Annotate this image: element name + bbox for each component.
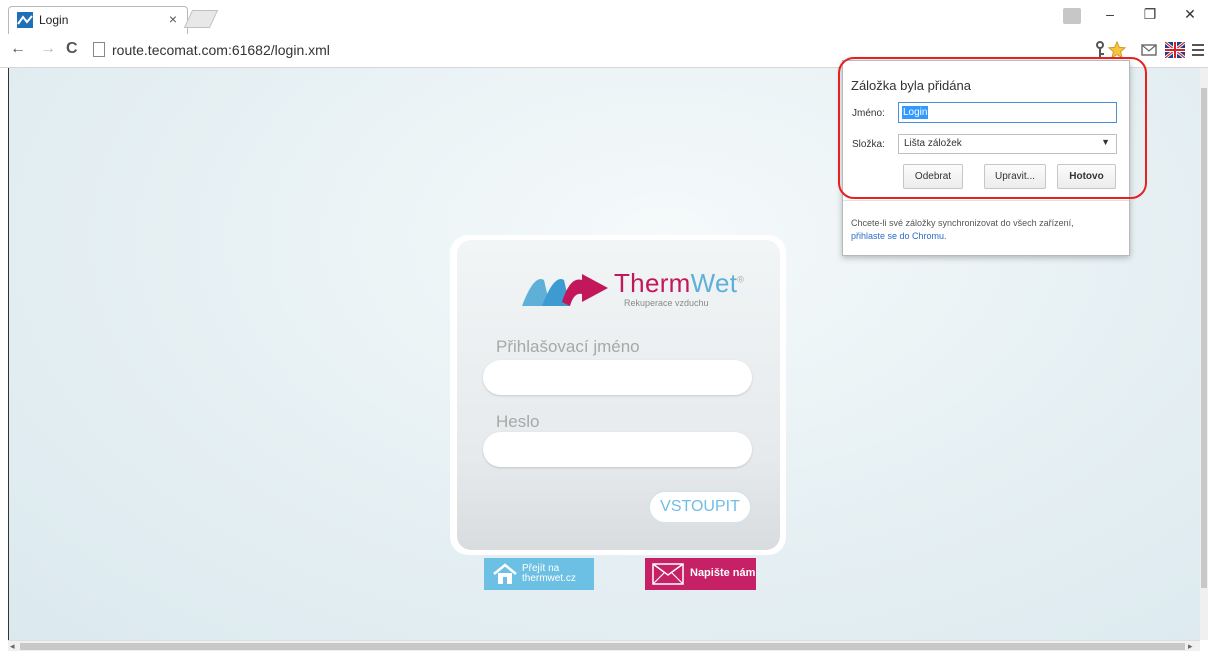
sync-message: Chcete-li své záložky synchronizovat do … — [851, 218, 1074, 241]
new-tab-button[interactable] — [183, 10, 219, 28]
close-window-button[interactable]: ✕ — [1175, 6, 1205, 23]
contact-us-label: Napište nám — [690, 567, 756, 579]
restore-button[interactable]: ❐ — [1135, 6, 1165, 23]
tab-login[interactable]: Login × — [8, 6, 188, 34]
menu-icon[interactable] — [1192, 43, 1204, 57]
password-label: Heslo — [496, 412, 540, 431]
thermwet-logo-icon — [522, 274, 608, 306]
envelope-icon — [652, 563, 684, 585]
visit-website-label: Přejít na thermwet.cz — [522, 563, 576, 584]
horizontal-scrollbar[interactable]: ◂ ▸ — [8, 640, 1200, 651]
tab-strip: Login × – ❐ ✕ — [0, 0, 1208, 34]
scroll-right-icon[interactable]: ▸ — [1188, 641, 1193, 652]
profile-icon[interactable] — [1063, 8, 1081, 24]
flag-icon[interactable] — [1165, 42, 1185, 58]
username-label: Přihlašovací jméno — [496, 337, 640, 356]
minimize-button[interactable]: – — [1095, 6, 1125, 22]
scroll-left-icon[interactable]: ◂ — [10, 641, 15, 652]
back-button[interactable]: ← — [10, 40, 26, 58]
thermwet-logo: ThermWet® Rekuperace vzduchu — [520, 268, 750, 318]
divider — [843, 200, 1129, 201]
sign-in-chrome-link[interactable]: přihlaste se do Chromu — [851, 231, 944, 241]
brand-subtitle: Rekuperace vzduchu — [624, 298, 709, 308]
tab-close-icon[interactable]: × — [169, 11, 177, 27]
red-annotation-outline — [838, 57, 1147, 199]
browser-window: { "browser": { "tab_title": "Login", "ta… — [0, 0, 1208, 651]
scrollbar-thumb[interactable] — [20, 643, 1185, 650]
page-icon — [93, 42, 105, 57]
url-text: route.tecomat.com:61682/login.xml — [112, 42, 330, 58]
login-button[interactable]: VSTOUPIT — [648, 490, 752, 524]
scrollbar-thumb[interactable] — [1201, 88, 1207, 588]
visit-website-button[interactable]: Přejít na thermwet.cz — [484, 558, 594, 590]
username-input[interactable] — [483, 360, 752, 395]
extension-icon[interactable] — [1141, 43, 1157, 57]
contact-us-button[interactable]: Napište nám — [645, 558, 756, 590]
forward-button[interactable]: → — [40, 40, 56, 58]
reload-button[interactable]: C — [66, 40, 78, 58]
vertical-scrollbar[interactable] — [1200, 68, 1208, 640]
tab-title: Login — [39, 13, 69, 27]
brand-name: ThermWet® — [614, 268, 745, 298]
home-icon — [493, 563, 517, 584]
thermwet-favicon-icon — [17, 12, 33, 28]
password-input[interactable] — [483, 432, 752, 467]
